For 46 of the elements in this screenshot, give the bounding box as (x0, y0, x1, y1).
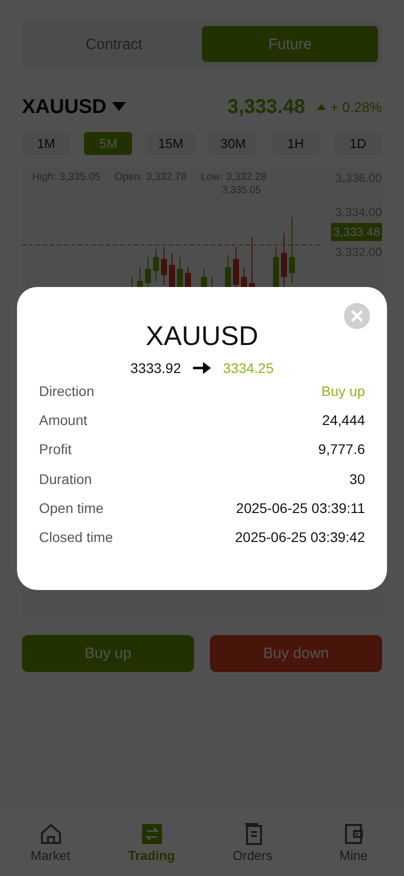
exchange-icon (140, 822, 164, 846)
candlestick (241, 266, 247, 287)
candlestick (201, 268, 207, 287)
close-icon (351, 310, 363, 322)
detail-label: Profit (39, 441, 72, 458)
candlestick (137, 266, 143, 287)
right-arrow-icon (193, 362, 211, 374)
candlestick (153, 248, 159, 282)
detail-label: Amount (39, 412, 88, 428)
dialog-title: XAUUSD (144, 321, 260, 351)
home-icon (38, 822, 62, 846)
open-price: 3333.92 (130, 360, 181, 376)
candlestick (281, 232, 287, 287)
candlestick (177, 256, 183, 287)
buy-down-button[interactable]: Buy down (210, 635, 382, 672)
current-price: 3,333.48 (227, 96, 306, 118)
up-triangle-icon (317, 104, 326, 110)
nav-tab[interactable]: Trading (112, 808, 192, 876)
candlestick (169, 252, 175, 287)
current-price-tag: 3,333.48 (331, 223, 382, 241)
symbol-selector[interactable]: XAUUSD (22, 96, 126, 118)
detail-value: 2025-06-25 03:39:42 (235, 529, 365, 546)
candlestick (289, 216, 295, 284)
detail-label: Duration (39, 470, 92, 487)
candlestick (161, 246, 167, 286)
candlestick (225, 254, 231, 287)
candlestick (233, 246, 239, 287)
interval-tab[interactable]: 5M (84, 132, 132, 155)
detail-value: 9,777.6 (318, 441, 365, 458)
close-price: 3334.25 (223, 360, 274, 376)
detail-value: 2025-06-25 03:39:11 (236, 500, 365, 516)
detail-value: Buy up (321, 382, 365, 399)
buy-up-button[interactable]: Buy up (22, 635, 194, 672)
price-change: + 0.28% (330, 99, 382, 115)
detail-value: 30 (349, 470, 365, 487)
detail-value: 24,444 (322, 412, 365, 428)
candlestick (249, 236, 255, 287)
caret-icon (112, 102, 126, 112)
close-button[interactable] (344, 303, 370, 329)
detail-label: Open time (39, 500, 104, 516)
candlestick (145, 256, 151, 287)
mode-tab[interactable]: Future (202, 26, 378, 62)
detail-label: Direction (39, 382, 94, 399)
candlestick (185, 266, 191, 287)
detail-label: Closed time (39, 529, 113, 546)
candlestick (273, 246, 279, 287)
